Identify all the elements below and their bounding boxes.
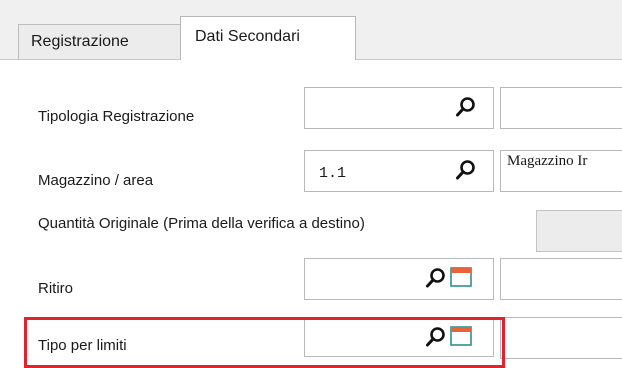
search-icon[interactable]: [425, 267, 447, 289]
magazzino-value: 1.1: [319, 164, 347, 182]
tab-label: Registrazione: [31, 33, 129, 50]
tipologia-description: [500, 87, 622, 129]
magazzino-description: Magazzino Ir: [500, 150, 622, 192]
magazzino-input[interactable]: 1.1: [304, 150, 494, 192]
magazzino-label: Magazzino / area: [38, 172, 154, 189]
quantita-input[interactable]: [536, 210, 622, 252]
tipologia-label: Tipologia Registrazione: [38, 108, 195, 125]
tipologia-value: [305, 106, 319, 110]
tipologia-input[interactable]: [304, 87, 494, 129]
quantita-label: Quantità Originale (Prima della verifica…: [38, 215, 365, 232]
tab-strip: Registrazione Dati Secondari: [0, 0, 622, 60]
magazzino-description-text: Magazzino Ir: [507, 153, 588, 169]
tab-registrazione[interactable]: Registrazione: [18, 24, 181, 59]
search-icon[interactable]: [455, 159, 477, 181]
ritiro-value: [305, 277, 319, 281]
calendar-icon[interactable]: [450, 267, 472, 287]
tab-label: Dati Secondari: [195, 27, 300, 45]
ritiro-description: [500, 258, 622, 300]
highlight-box: [24, 317, 505, 368]
tab-dati-secondari[interactable]: Dati Secondari: [180, 16, 356, 60]
ritiro-input[interactable]: [304, 258, 494, 300]
search-icon[interactable]: [455, 96, 477, 118]
tipo-limiti-description: [500, 317, 622, 359]
ritiro-label: Ritiro: [38, 280, 74, 297]
